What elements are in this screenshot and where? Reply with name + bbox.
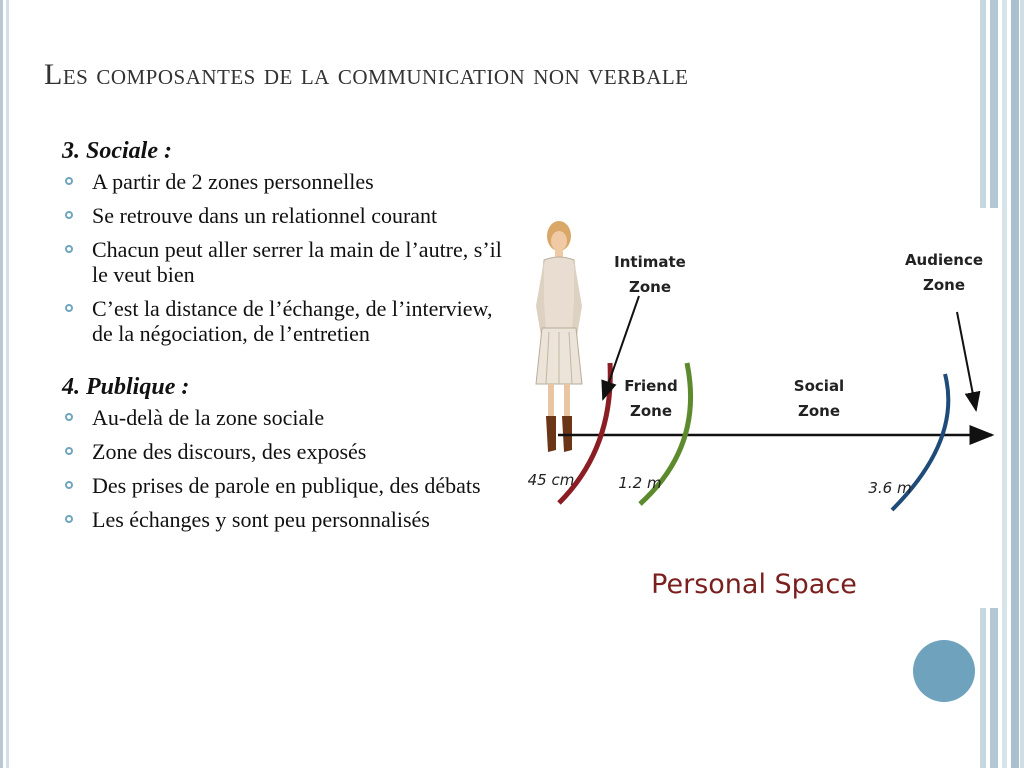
list-item-text: Les échanges y sont peu personnalisés xyxy=(92,507,430,532)
slide-content: 3. Sociale : A partir de 2 zones personn… xyxy=(62,138,512,541)
list-item-text: C’est la distance de l’échange, de l’int… xyxy=(92,296,493,346)
right-decorative-bar xyxy=(1020,0,1024,768)
personal-space-diagram: Intimate Zone Friend Zone Social Zone Au… xyxy=(522,208,1000,608)
bullet-icon xyxy=(65,481,73,489)
social-zone-label: Zone xyxy=(798,402,840,420)
list-item: Chacun peut aller serrer la main de l’au… xyxy=(62,237,512,287)
distance-label-45cm: 45 cm xyxy=(528,471,575,489)
intimate-zone-label: Zone xyxy=(629,278,671,296)
bullet-list: Au-delà de la zone sociale Zone des disc… xyxy=(62,405,512,532)
social-zone-label: Social xyxy=(794,377,844,395)
bullet-icon xyxy=(65,447,73,455)
list-item: Zone des discours, des exposés xyxy=(62,439,512,464)
audience-zone-label: Zone xyxy=(923,276,965,294)
section-publique: 4. Publique : Au-delà de la zone sociale… xyxy=(62,374,512,532)
left-decorative-bar xyxy=(0,0,3,768)
list-item: Au-delà de la zone sociale xyxy=(62,405,512,430)
friend-zone-label: Friend xyxy=(624,377,677,395)
list-item-text: Des prises de parole en publique, des dé… xyxy=(92,473,481,498)
list-item: C’est la distance de l’échange, de l’int… xyxy=(62,296,512,346)
list-item-text: Zone des discours, des exposés xyxy=(92,439,367,464)
list-item-text: Se retrouve dans un relationnel courant xyxy=(92,203,438,228)
list-item: Les échanges y sont peu personnalisés xyxy=(62,507,512,532)
bullet-icon xyxy=(65,245,73,253)
bullet-icon xyxy=(65,515,73,523)
distance-label-1-2m: 1.2 m xyxy=(618,474,661,492)
left-decorative-bar-inner xyxy=(6,0,9,768)
section-sociale: 3. Sociale : A partir de 2 zones personn… xyxy=(62,138,512,346)
decorative-circle xyxy=(913,640,975,702)
audience-zone-label: Audience xyxy=(905,251,983,269)
bullet-icon xyxy=(65,211,73,219)
bullet-icon xyxy=(65,177,73,185)
right-decorative-bar xyxy=(1011,0,1019,768)
intimate-zone-label: Intimate xyxy=(614,253,686,271)
friend-zone-label: Zone xyxy=(630,402,672,420)
list-item-text: Au-delà de la zone sociale xyxy=(92,405,325,430)
diagram-title: Personal Space xyxy=(651,569,857,600)
list-item-text: A partir de 2 zones personnelles xyxy=(92,169,374,194)
section-heading: 4. Publique : xyxy=(62,374,190,400)
right-decorative-bar xyxy=(1002,0,1007,768)
list-item: Se retrouve dans un relationnel courant xyxy=(62,203,512,228)
list-item-text: Chacun peut aller serrer la main de l’au… xyxy=(92,237,502,287)
section-heading: 3. Sociale : xyxy=(62,138,172,164)
distance-label-3-6m: 3.6 m xyxy=(868,479,911,497)
bullet-list: A partir de 2 zones personnelles Se retr… xyxy=(62,169,512,346)
bullet-icon xyxy=(65,304,73,312)
slide-title: Les composantes de la communication non … xyxy=(44,58,689,91)
bullet-icon xyxy=(65,413,73,421)
list-item: A partir de 2 zones personnelles xyxy=(62,169,512,194)
list-item: Des prises de parole en publique, des dé… xyxy=(62,473,512,498)
